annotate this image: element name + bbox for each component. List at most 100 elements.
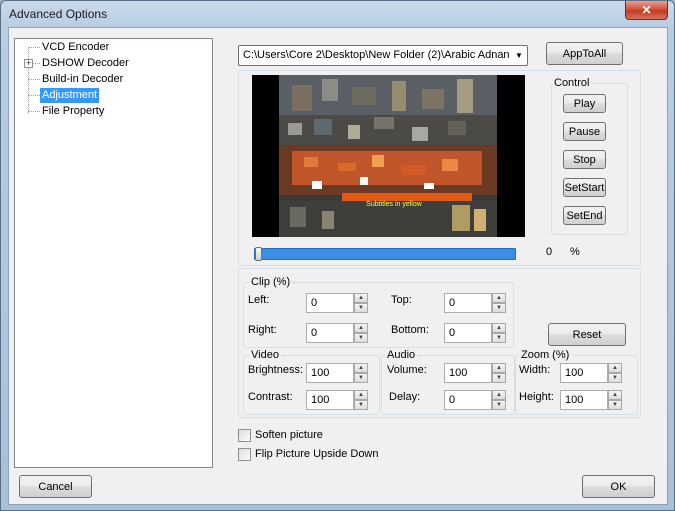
spin-down-icon[interactable]: ▼ [608, 400, 622, 410]
spin-up-icon[interactable]: ▲ [354, 363, 368, 373]
spin-up-icon[interactable]: ▲ [608, 390, 622, 400]
set-end-button[interactable]: SetEnd [563, 206, 606, 225]
clip-bottom-label: Bottom: [391, 324, 429, 336]
zoom-width-spinner[interactable]: ▲▼ [560, 363, 622, 383]
seek-position-value: 0 [546, 246, 553, 258]
seek-bar[interactable] [254, 247, 516, 261]
reset-button[interactable]: Reset [548, 323, 626, 346]
file-select[interactable]: C:\Users\Core 2\Desktop\New Folder (2)\A… [238, 45, 528, 66]
tree-item-adjustment[interactable]: Adjustment [40, 88, 100, 103]
volume-input[interactable] [444, 363, 492, 383]
clip-right-spinner[interactable]: ▲▼ [306, 323, 368, 343]
subtitle-overlay: Subtitles in yellow [366, 201, 423, 208]
brightness-input[interactable] [306, 363, 354, 383]
ok-button[interactable]: OK [582, 475, 655, 498]
spin-up-icon[interactable]: ▲ [354, 390, 368, 400]
clip-left-input[interactable] [306, 293, 354, 313]
tree-item-label: VCD Encoder [42, 41, 110, 53]
zoom-height-input[interactable] [560, 390, 608, 410]
spin-up-icon[interactable]: ▲ [492, 293, 506, 303]
spin-up-icon[interactable]: ▲ [492, 363, 506, 373]
tree-item-label: Adjustment [42, 89, 98, 101]
clip-right-input[interactable] [306, 323, 354, 343]
tree-item-label: Build-in Decoder [42, 73, 124, 85]
spin-up-icon[interactable]: ▲ [608, 363, 622, 373]
clip-top-label: Top: [391, 294, 412, 306]
video-group-title: Video [249, 349, 281, 361]
zoom-group-title: Zoom (%) [519, 349, 572, 361]
brightness-label: Brightness: [248, 364, 304, 376]
soften-picture-label[interactable]: Soften picture [255, 429, 323, 442]
seek-thumb[interactable] [255, 247, 262, 261]
video-frame-image [279, 75, 497, 237]
spin-up-icon[interactable]: ▲ [354, 323, 368, 333]
spin-down-icon[interactable]: ▼ [354, 333, 368, 343]
stop-button[interactable]: Stop [563, 150, 606, 169]
video-preview: Subtitles in yellow [252, 75, 525, 237]
flip-picture-label[interactable]: Flip Picture Upside Down [255, 448, 379, 461]
tree-line [28, 47, 40, 48]
zoom-width-label: Width: [519, 364, 551, 376]
clip-left-label: Left: [248, 294, 270, 306]
tree-item-dshow-decoder[interactable]: DSHOW Decoder [40, 56, 131, 71]
zoom-height-spinner[interactable]: ▲▼ [560, 390, 622, 410]
contrast-spinner[interactable]: ▲▼ [306, 390, 368, 410]
spin-down-icon[interactable]: ▼ [354, 303, 368, 313]
control-group-title: Control [552, 77, 592, 89]
brightness-spinner[interactable]: ▲▼ [306, 363, 368, 383]
spin-down-icon[interactable]: ▼ [492, 333, 506, 343]
flip-picture-checkbox[interactable] [238, 448, 251, 461]
clip-top-input[interactable] [444, 293, 492, 313]
options-tree[interactable]: VCD Encoder + DSHOW Decoder Build-in Dec… [14, 38, 213, 468]
spin-up-icon[interactable]: ▲ [492, 323, 506, 333]
delay-label: Delay: [389, 391, 421, 403]
delay-spinner[interactable]: ▲▼ [444, 390, 506, 410]
spin-up-icon[interactable]: ▲ [492, 390, 506, 400]
volume-spinner[interactable]: ▲▼ [444, 363, 506, 383]
tree-item-build-in-decoder[interactable]: Build-in Decoder [40, 72, 125, 87]
spin-down-icon[interactable]: ▼ [354, 373, 368, 383]
spin-up-icon[interactable]: ▲ [354, 293, 368, 303]
contrast-input[interactable] [306, 390, 354, 410]
soften-picture-checkbox[interactable] [238, 429, 251, 442]
clip-right-label: Right: [248, 324, 277, 336]
zoom-height-label: Height: [519, 391, 554, 403]
pause-button[interactable]: Pause [563, 122, 606, 141]
app-to-all-button[interactable]: AppToAll [546, 42, 623, 65]
contrast-label: Contrast: [248, 391, 293, 403]
tree-item-label: File Property [42, 105, 105, 117]
tree-item-file-property[interactable]: File Property [40, 104, 106, 119]
clip-bottom-spinner[interactable]: ▲▼ [444, 323, 506, 343]
spin-down-icon[interactable]: ▼ [608, 373, 622, 383]
tree-line [28, 111, 40, 112]
dialog-window: Advanced Options ✕ VCD Encoder + DSHOW D… [0, 0, 675, 511]
tree-line [28, 95, 40, 96]
tree-item-label: DSHOW Decoder [42, 57, 129, 69]
expand-icon[interactable]: + [24, 59, 33, 68]
tree-line [33, 63, 40, 64]
spin-down-icon[interactable]: ▼ [492, 400, 506, 410]
clip-top-spinner[interactable]: ▲▼ [444, 293, 506, 313]
window-title: Advanced Options [9, 7, 108, 21]
cancel-button[interactable]: Cancel [19, 475, 92, 498]
title-bar[interactable]: Advanced Options ✕ [1, 1, 674, 27]
chevron-down-icon: ▼ [515, 51, 523, 60]
close-button[interactable]: ✕ [625, 1, 668, 20]
tree-line [28, 47, 29, 113]
clip-bottom-input[interactable] [444, 323, 492, 343]
volume-label: Volume: [387, 364, 427, 376]
seek-position-unit: % [570, 246, 580, 258]
set-start-button[interactable]: SetStart [563, 178, 606, 197]
tree-item-vcd-encoder[interactable]: VCD Encoder [40, 40, 111, 55]
audio-group-title: Audio [385, 349, 418, 361]
delay-input[interactable] [444, 390, 492, 410]
play-button[interactable]: Play [563, 94, 606, 113]
spin-down-icon[interactable]: ▼ [354, 400, 368, 410]
dialog-client-area: VCD Encoder + DSHOW Decoder Build-in Dec… [8, 27, 668, 505]
zoom-width-input[interactable] [560, 363, 608, 383]
tree-line [28, 79, 40, 80]
clip-group-title: Clip (%) [249, 276, 293, 288]
clip-left-spinner[interactable]: ▲▼ [306, 293, 368, 313]
spin-down-icon[interactable]: ▼ [492, 303, 506, 313]
spin-down-icon[interactable]: ▼ [492, 373, 506, 383]
